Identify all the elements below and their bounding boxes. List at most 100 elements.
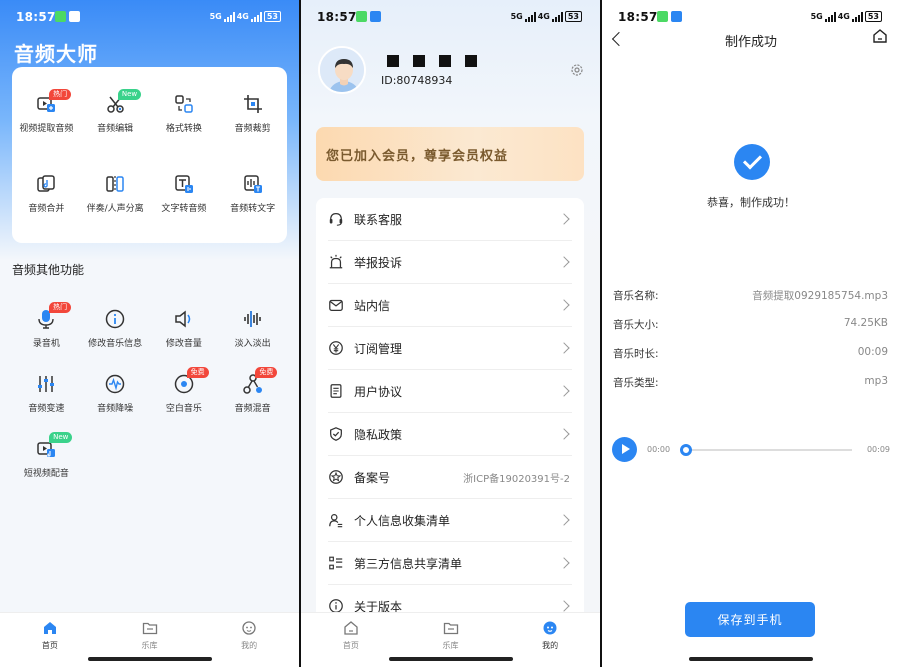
menu-item-star-badge[interactable]: 备案号 浙ICP备19020391号-2 (328, 456, 572, 499)
tab-mine[interactable]: 我的 (500, 613, 600, 667)
menu-item-shield[interactable]: 隐私政策 (328, 413, 572, 456)
tool-label: 音频降噪 (97, 404, 134, 414)
tool-merge[interactable]: 音频合并 (12, 147, 81, 227)
tool-label: 音频转文字 (230, 204, 276, 214)
tool-badge: 热门 (49, 89, 72, 100)
tab-mine[interactable]: 我的 (199, 613, 299, 667)
tool-waveform[interactable]: 淡入淡出 (218, 292, 287, 357)
menu-item-person-list[interactable]: 个人信息收集清单 (328, 499, 572, 542)
tool-microphone[interactable]: 录音机 热门 (12, 292, 81, 357)
vip-banner[interactable]: 您已加入会员，尊享会员权益 (316, 127, 584, 181)
tool-text-to-audio[interactable]: 文字转音频 (150, 147, 219, 227)
gear-icon[interactable] (570, 63, 584, 77)
progress-knob[interactable] (680, 444, 692, 456)
tool-audio-to-text[interactable]: 音频转文字 (218, 147, 287, 227)
menu-item-label: 用户协议 (354, 384, 403, 399)
status-bar: 18:57 5G 4G 53 (0, 0, 299, 34)
home-indicator (689, 657, 813, 661)
tool-label: 伴奏/人声分离 (86, 204, 144, 214)
tool-format-convert[interactable]: 格式转换 (150, 67, 219, 147)
settings-menu: 联系客服举报投诉站内信订阅管理用户协议隐私政策 备案号 浙ICP备19020391号… (316, 198, 584, 628)
home-filled-icon (43, 622, 56, 634)
signal-bars-icon (524, 11, 536, 22)
notification-icons (356, 11, 384, 30)
play-button[interactable] (612, 437, 637, 462)
tool-volume[interactable]: 修改音量 (150, 292, 219, 357)
tab-library-label: 乐库 (442, 641, 459, 650)
current-time: 00:00 (647, 445, 671, 454)
menu-item-headset[interactable]: 联系客服 (328, 198, 572, 241)
tool-badge: 免费 (186, 367, 209, 378)
other-tools-grid: 录音机 热门 修改音乐信息 修改音量 淡入淡出 音频变速 音频降噪 空白音乐 免费 音频混音 免费短… (12, 292, 287, 487)
tool-badge: New (117, 89, 142, 100)
battery-icon: 53 (864, 11, 882, 22)
network-5g: 5G (810, 12, 823, 21)
tool-label: 音频混音 (234, 404, 271, 414)
menu-item-yen[interactable]: 订阅管理 (328, 327, 572, 370)
app-notification-icon (370, 11, 381, 22)
tool-disc[interactable]: 空白音乐 免费 (150, 357, 219, 422)
tab-mine-label: 我的 (542, 641, 559, 650)
menu-item-list[interactable]: 第三方信息共享清单 (328, 542, 572, 585)
chevron-right-icon (558, 256, 570, 268)
chevron-right-icon (558, 514, 570, 526)
tab-home[interactable]: 首页 (301, 613, 401, 667)
chevron-right-icon (558, 600, 570, 612)
tool-badge: 热门 (49, 302, 72, 313)
chat-app-icon (55, 11, 66, 22)
chevron-right-icon (558, 213, 570, 225)
tool-crop[interactable]: 音频裁剪 (218, 67, 287, 147)
result-screen: 18:57 5G 4G 53 制作成功 恭喜，制作成功！ 音乐名称: 音频提取09… (602, 0, 900, 667)
app-title: 音频大师 (14, 42, 98, 66)
menu-item-document[interactable]: 用户协议 (328, 370, 572, 413)
menu-item-label: 订阅管理 (354, 341, 403, 356)
tool-video-extract[interactable]: 视频提取音频 热门 (12, 67, 81, 147)
tool-label: 音频裁剪 (234, 124, 271, 134)
menu-item-alarm[interactable]: 举报投诉 (328, 241, 572, 284)
volume-icon (175, 310, 191, 328)
info-value: 音频提取0929185754.mp3 (752, 290, 888, 302)
avatar[interactable] (318, 46, 366, 94)
waveform-icon (243, 311, 261, 327)
user-id: ID:80748934 (381, 74, 453, 87)
other-functions-title: 音频其他功能 (12, 263, 85, 277)
home-icon (344, 621, 358, 635)
username-masked (387, 55, 477, 67)
info-icon (105, 309, 125, 329)
tool-badge: New (49, 432, 73, 443)
save-to-phone-button[interactable]: 保存到手机 (685, 602, 815, 637)
progress-slider[interactable] (680, 444, 852, 456)
main-tools-card: 视频提取音频 热门 音频编辑 New 格式转换 音频裁剪音频合并 伴奏/人声分离 文字转音频 音… (12, 67, 287, 243)
menu-item-label: 第三方信息共享清单 (354, 556, 463, 571)
menu-item-label: 举报投诉 (354, 255, 403, 270)
home-icon[interactable] (872, 28, 888, 44)
tab-home[interactable]: 首页 (0, 613, 100, 667)
tool-equalizer[interactable]: 音频变速 (12, 357, 81, 422)
status-time: 18:57 (317, 10, 357, 24)
chat-app-icon (657, 11, 668, 22)
tool-label: 修改音乐信息 (88, 339, 143, 349)
folder-icon (443, 622, 458, 635)
info-row: 音乐时长: 00:09 (613, 346, 888, 375)
tool-split[interactable]: 伴奏/人声分离 (81, 147, 150, 227)
app-notification-icon (671, 11, 682, 22)
notification-icons (55, 11, 83, 30)
network-4g: 4G (236, 12, 249, 21)
signal-indicators: 5G 4G 53 (210, 11, 281, 22)
person-list-icon (329, 514, 343, 528)
tool-label: 文字转音频 (161, 204, 207, 214)
signal-indicators: 5G 4G 53 (511, 11, 582, 22)
info-value: mp3 (864, 375, 888, 387)
menu-item-label: 个人信息收集清单 (354, 513, 451, 528)
network-4g: 4G (837, 12, 850, 21)
equalizer-icon (38, 376, 55, 392)
tool-scissors[interactable]: 音频编辑 New (81, 67, 150, 147)
tool-denoise[interactable]: 音频降噪 (81, 357, 150, 422)
menu-item-mail[interactable]: 站内信 (328, 284, 572, 327)
merge-icon (37, 175, 56, 192)
network-5g: 5G (510, 12, 523, 21)
tool-info[interactable]: 修改音乐信息 (81, 292, 150, 357)
tool-short-video-dub[interactable]: 短视频配音 New (12, 422, 81, 487)
tool-mix[interactable]: 音频混音 免费 (218, 357, 287, 422)
battery-icon: 53 (263, 11, 281, 22)
